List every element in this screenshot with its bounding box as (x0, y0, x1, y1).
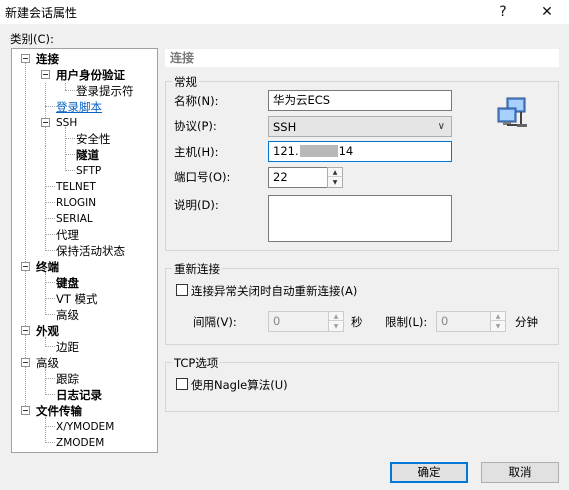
category-label: 类别(C): (10, 32, 54, 46)
general-group-title: 常规 (172, 74, 199, 90)
collapse-icon[interactable] (21, 326, 30, 335)
host-prefix: 121. (273, 144, 299, 158)
limit-label: 限制(L): (385, 315, 428, 329)
description-label: 说明(D): (174, 198, 219, 212)
chevron-down-icon: ∨ (437, 121, 445, 132)
protocol-label: 协议(P): (174, 119, 217, 133)
section-title: 连接 (165, 49, 559, 67)
nagle-label[interactable]: 使用Nagle算法(U) (191, 377, 288, 393)
spin-down-icon[interactable]: ▼ (328, 178, 342, 187)
host-suffix: 14 (338, 144, 354, 158)
collapse-icon[interactable] (21, 54, 30, 63)
help-button[interactable]: ? (485, 0, 521, 24)
interval-spinner[interactable]: ▲ ▼ (328, 311, 344, 332)
spin-up-icon[interactable]: ▲ (491, 312, 505, 321)
tree-item-keepalive[interactable]: 保持活动状态 (56, 244, 125, 258)
tree-item-rlogin[interactable]: RLOGIN (56, 196, 96, 210)
tree-item-trace[interactable]: 跟踪 (56, 372, 79, 386)
protocol-value: SSH (273, 120, 297, 134)
tree-item-vt-mode[interactable]: VT 模式 (56, 292, 98, 306)
nagle-checkbox[interactable] (176, 378, 188, 390)
ok-button[interactable]: 确定 (390, 462, 468, 483)
spin-down-icon[interactable]: ▼ (491, 322, 505, 331)
cancel-button[interactable]: 取消 (481, 462, 559, 483)
tree-item-zmodem[interactable]: ZMODEM (56, 436, 104, 450)
tree-item-user-auth[interactable]: 用户身份验证 (56, 68, 125, 82)
tree-item-file-transfer[interactable]: 文件传输 (36, 404, 82, 418)
collapse-icon[interactable] (21, 262, 30, 271)
description-input[interactable] (268, 195, 452, 242)
tree-item-advanced-root[interactable]: 高级 (36, 356, 59, 370)
network-computers-icon (495, 96, 529, 130)
seconds-unit: 秒 (351, 315, 363, 329)
host-label: 主机(H): (174, 145, 219, 159)
interval-label: 间隔(V): (193, 315, 237, 329)
tree-item-margin[interactable]: 边距 (56, 340, 79, 354)
tree-item-telnet[interactable]: TELNET (56, 180, 96, 194)
name-label: 名称(N): (174, 94, 219, 108)
limit-input[interactable]: 0 (436, 311, 491, 332)
tree-item-login-script[interactable]: 登录脚本 (56, 100, 102, 114)
collapse-icon[interactable] (41, 118, 50, 127)
host-input[interactable]: 121. 14 (268, 141, 452, 162)
tree-item-logging[interactable]: 日志记录 (56, 388, 102, 402)
port-input[interactable]: 22 (268, 167, 328, 188)
tree-item-terminal[interactable]: 终端 (36, 260, 59, 274)
collapse-icon[interactable] (21, 406, 30, 415)
redacted-block (299, 145, 338, 157)
tree-item-serial[interactable]: SERIAL (56, 212, 93, 226)
minutes-unit: 分钟 (515, 315, 538, 329)
tree-item-ssh[interactable]: SSH (56, 116, 77, 130)
tree-item-appearance[interactable]: 外观 (36, 324, 59, 338)
port-spinner[interactable]: ▲ ▼ (327, 167, 343, 188)
limit-spinner[interactable]: ▲ ▼ (490, 311, 506, 332)
collapse-icon[interactable] (21, 358, 30, 367)
tree-item-security[interactable]: 安全性 (76, 132, 111, 146)
tree-item-sftp[interactable]: SFTP (76, 164, 101, 178)
title-bar (0, 0, 569, 24)
tree-item-xymodem[interactable]: X/YMODEM (56, 420, 114, 434)
window-title: 新建会话属性 (5, 6, 78, 20)
protocol-select[interactable]: SSH ∨ (268, 116, 452, 137)
collapse-icon[interactable] (41, 70, 50, 79)
reconnect-group-title: 重新连接 (172, 261, 222, 277)
tree-item-keyboard[interactable]: 键盘 (56, 276, 79, 290)
port-label: 端口号(O): (174, 170, 231, 184)
tree-item-connection[interactable]: 连接 (36, 52, 59, 66)
interval-input[interactable]: 0 (268, 311, 329, 332)
reconnect-group: 重新连接 (165, 261, 559, 345)
spin-up-icon[interactable]: ▲ (328, 168, 342, 177)
auto-reconnect-label[interactable]: 连接异常关闭时自动重新连接(A) (191, 283, 357, 299)
auto-reconnect-checkbox[interactable] (176, 284, 188, 296)
tree-item-tunnel[interactable]: 隧道 (76, 148, 99, 162)
tree-item-proxy[interactable]: 代理 (56, 228, 79, 242)
tree-item-login-prompts[interactable]: 登录提示符 (76, 84, 134, 98)
spin-down-icon[interactable]: ▼ (329, 322, 343, 331)
name-input[interactable]: 华为云ECS (268, 90, 452, 111)
category-tree[interactable]: 连接 用户身份验证 登录提示符 登录脚本 SSH 安全性 隧道 SFTP TEL… (11, 48, 158, 453)
tcp-options-title: TCP选项 (172, 355, 221, 371)
spin-up-icon[interactable]: ▲ (329, 312, 343, 321)
tree-item-advanced[interactable]: 高级 (56, 308, 79, 322)
close-button[interactable]: ✕ (529, 0, 565, 24)
